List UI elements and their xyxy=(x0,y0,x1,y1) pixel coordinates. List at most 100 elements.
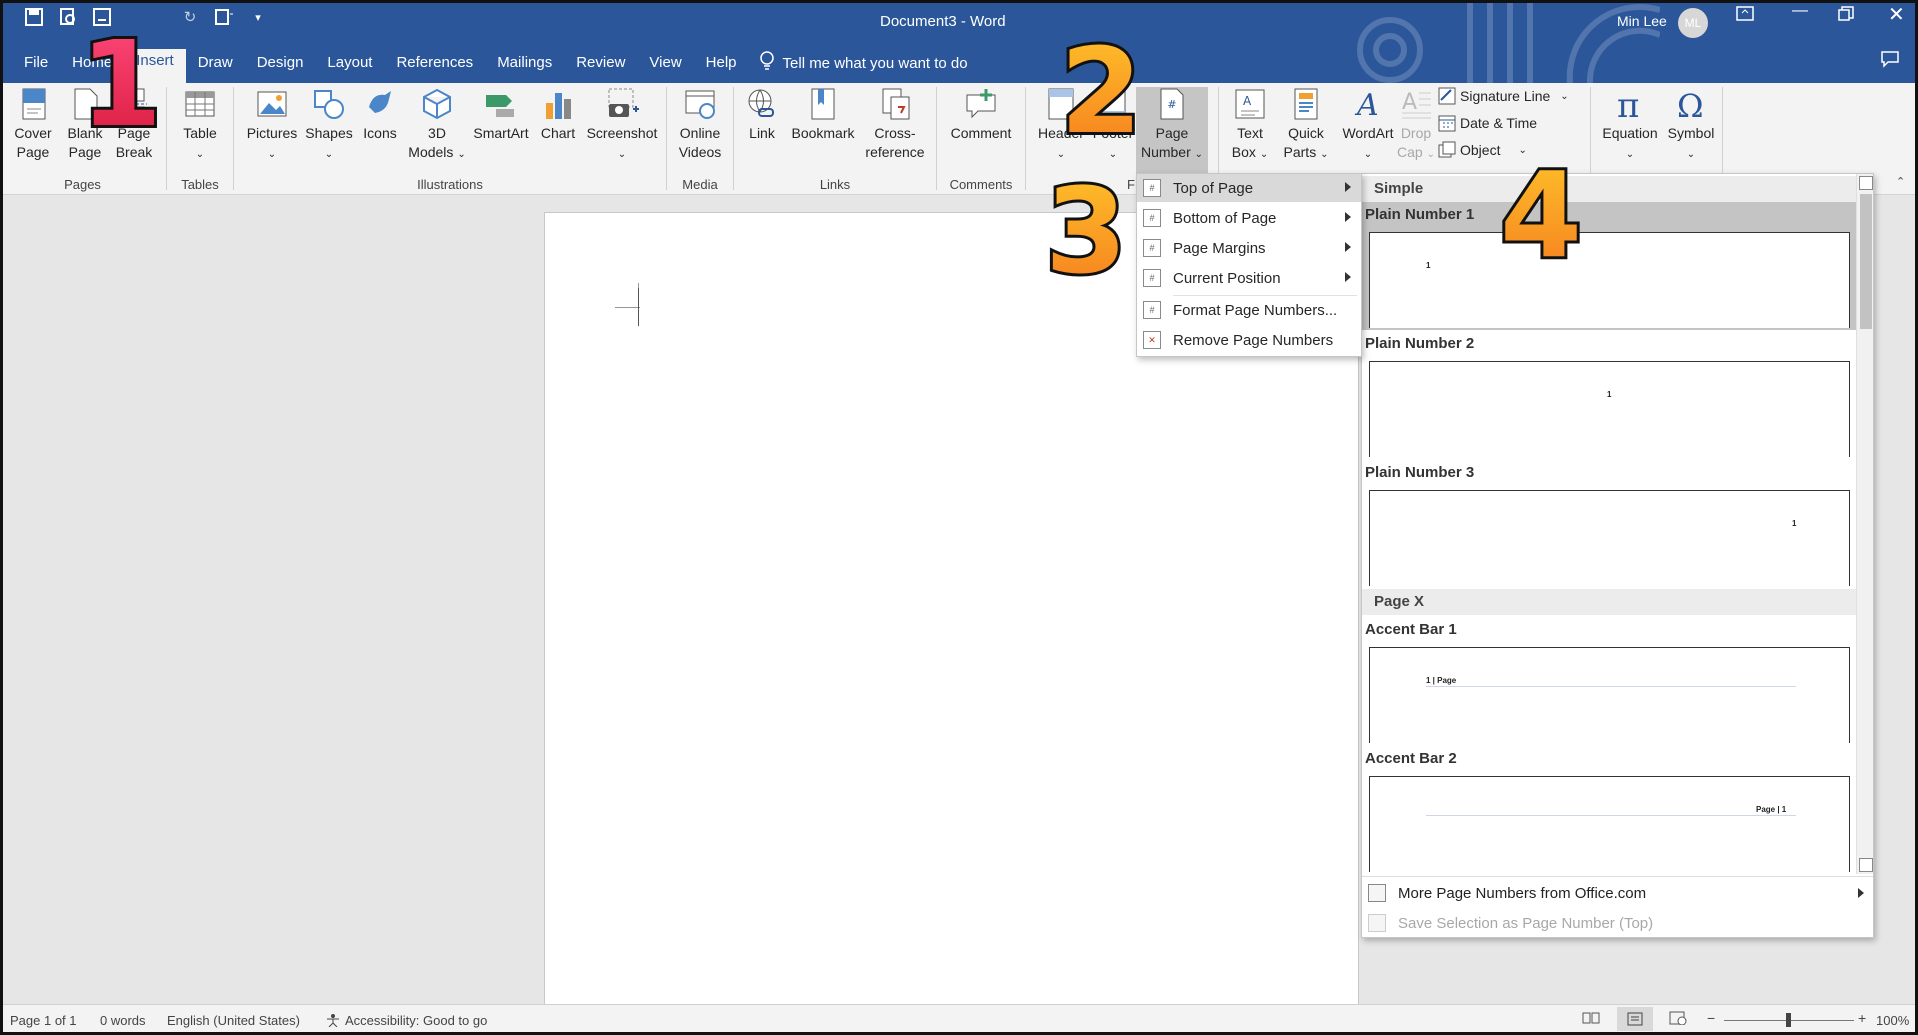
new-comment-button[interactable]: Comment xyxy=(944,87,1018,143)
tab-mailings[interactable]: Mailings xyxy=(485,49,564,77)
page-break-button[interactable]: Page Break xyxy=(110,87,158,162)
equation-button[interactable]: π Equation ⌄ xyxy=(1596,87,1664,164)
scroll-down-icon[interactable] xyxy=(1859,858,1873,872)
undo-icon[interactable] xyxy=(126,8,166,28)
tell-me-search[interactable]: Tell me what you want to do xyxy=(759,51,968,75)
quick-access-toolbar: ↻ ▾ xyxy=(24,8,268,28)
language[interactable]: English (United States) xyxy=(167,1013,300,1028)
gallery-item-plain-number-2[interactable]: Plain Number 2 xyxy=(1365,335,1474,352)
date-time-button[interactable]: Date & Time xyxy=(1438,114,1537,132)
print-preview-icon[interactable] xyxy=(58,8,78,28)
tab-view[interactable]: View xyxy=(637,49,693,77)
header-icon xyxy=(1048,88,1074,120)
drop-cap-icon: A xyxy=(1402,90,1431,119)
cube-icon xyxy=(423,88,451,120)
svg-text:A: A xyxy=(1402,90,1417,115)
tab-file[interactable]: File xyxy=(12,49,60,77)
chart-button[interactable]: Chart xyxy=(533,87,583,143)
scroll-up-icon[interactable] xyxy=(1859,176,1873,190)
group-label-media: Media xyxy=(682,177,718,192)
tab-references[interactable]: References xyxy=(384,49,485,77)
object-button[interactable]: Object ⌄ xyxy=(1438,141,1527,159)
drop-cap-button[interactable]: A Drop Cap ⌄ xyxy=(1390,87,1442,164)
gallery-thumbnail[interactable]: 1 xyxy=(1369,232,1850,328)
tab-insert[interactable]: Insert xyxy=(124,49,186,83)
redo-icon[interactable]: ↻ xyxy=(180,8,200,28)
quick-parts-button[interactable]: Quick Parts ⌄ xyxy=(1276,87,1336,164)
3d-models-button[interactable]: 3D Models ⌄ xyxy=(407,87,467,164)
accessibility-status[interactable]: Accessibility: Good to go xyxy=(345,1013,487,1028)
avatar[interactable]: ML xyxy=(1678,8,1708,38)
group-label-illustrations: Illustrations xyxy=(417,177,483,192)
read-mode-icon[interactable] xyxy=(1582,1011,1600,1028)
gallery-thumbnail[interactable]: 1 xyxy=(1369,490,1850,586)
signature-line-button[interactable]: Signature Line ⌄ xyxy=(1438,87,1569,105)
link-button[interactable]: Link xyxy=(737,87,787,143)
icons-button[interactable]: Icons xyxy=(355,87,405,143)
minimize-icon[interactable]: — xyxy=(1792,2,1808,20)
svg-text:#: # xyxy=(1167,98,1176,111)
cover-page-button[interactable]: Cover Page xyxy=(6,87,60,162)
shapes-button[interactable]: Shapes ⌄ xyxy=(301,87,357,164)
gallery-scrollbar[interactable] xyxy=(1856,174,1873,874)
customize-qat-icon[interactable]: ▾ xyxy=(248,8,268,28)
bookmark-button[interactable]: Bookmark xyxy=(787,87,859,143)
comment-icon xyxy=(966,89,996,119)
symbol-button[interactable]: Ω Symbol ⌄ xyxy=(1662,87,1720,164)
icons-icon xyxy=(369,91,391,113)
gallery-thumbnail[interactable]: 1 xyxy=(1369,361,1850,457)
margin-marker xyxy=(615,307,640,308)
gallery-thumbnail[interactable]: Page | 1 xyxy=(1369,776,1850,872)
tab-design[interactable]: Design xyxy=(245,49,316,77)
pictures-button[interactable]: Pictures ⌄ xyxy=(241,87,303,164)
layout-icon[interactable] xyxy=(214,8,234,28)
zoom-in-icon[interactable]: + xyxy=(1858,1010,1866,1026)
blank-page-button[interactable]: Blank Page xyxy=(62,87,108,162)
gallery-item-accent-bar-1[interactable]: Accent Bar 1 xyxy=(1365,621,1457,638)
online-videos-button[interactable]: Online Videos xyxy=(674,87,726,162)
text-box-button[interactable]: A Text Box ⌄ xyxy=(1224,87,1276,164)
smartart-button[interactable]: SmartArt xyxy=(465,87,537,143)
header-button[interactable]: Header ⌄ xyxy=(1031,87,1091,164)
menu-item-page-margins[interactable]: # Page Margins xyxy=(1137,234,1361,262)
comments-pane-icon[interactable] xyxy=(1880,50,1900,73)
gallery-item-accent-bar-2[interactable]: Accent Bar 2 xyxy=(1365,750,1457,767)
zoom-level[interactable]: 100% xyxy=(1876,1013,1909,1028)
ribbon-display-icon[interactable] xyxy=(1736,6,1754,27)
cross-reference-button[interactable]: Cross- reference xyxy=(859,87,931,162)
save-as-icon[interactable] xyxy=(92,8,112,28)
group-tables: Table ⌄ Tables xyxy=(168,83,232,195)
menu-item-current-position[interactable]: # Current Position xyxy=(1137,264,1361,292)
close-icon[interactable]: ✕ xyxy=(1888,2,1905,27)
menu-item-bottom-of-page[interactable]: # Bottom of Page xyxy=(1137,204,1361,232)
tab-layout[interactable]: Layout xyxy=(315,49,384,77)
tab-home[interactable]: Home xyxy=(60,49,124,77)
screenshot-button[interactable]: Screenshot ⌄ xyxy=(581,87,663,164)
user-name[interactable]: Min Lee xyxy=(1617,13,1667,29)
tab-draw[interactable]: Draw xyxy=(186,49,245,77)
gallery-item-plain-number-3[interactable]: Plain Number 3 xyxy=(1365,464,1474,481)
scroll-thumb[interactable] xyxy=(1860,194,1872,329)
print-layout-icon[interactable] xyxy=(1617,1007,1653,1031)
tab-help[interactable]: Help xyxy=(694,49,749,77)
restore-icon[interactable] xyxy=(1838,6,1854,27)
zoom-out-icon[interactable]: − xyxy=(1707,1010,1715,1026)
page-count[interactable]: Page 1 of 1 xyxy=(10,1013,77,1028)
save-icon[interactable] xyxy=(24,8,44,28)
menu-item-format-page-numbers[interactable]: # Format Page Numbers... xyxy=(1137,296,1361,324)
group-label-pages: Pages xyxy=(64,177,101,192)
save-selection-item[interactable]: Save Selection as Page Number (Top) xyxy=(1362,908,1873,937)
page-number-button[interactable]: # Page Number ⌄ xyxy=(1136,87,1208,173)
menu-item-remove-page-numbers[interactable]: ✕ Remove Page Numbers xyxy=(1137,326,1361,354)
table-button[interactable]: Table ⌄ xyxy=(176,87,224,164)
gallery-thumbnail[interactable]: 1 | Page xyxy=(1369,647,1850,743)
zoom-slider-thumb[interactable] xyxy=(1786,1013,1791,1027)
web-layout-icon[interactable] xyxy=(1669,1011,1687,1028)
footer-button[interactable]: Footer ⌄ xyxy=(1085,87,1141,164)
word-count[interactable]: 0 words xyxy=(100,1013,146,1028)
collapse-ribbon-icon[interactable]: ⌃ xyxy=(1896,175,1905,188)
menu-item-top-of-page[interactable]: # Top of Page xyxy=(1137,174,1361,202)
divider xyxy=(1025,87,1026,190)
tab-review[interactable]: Review xyxy=(564,49,637,77)
more-page-numbers-item[interactable]: More Page Numbers from Office.com xyxy=(1362,878,1873,908)
